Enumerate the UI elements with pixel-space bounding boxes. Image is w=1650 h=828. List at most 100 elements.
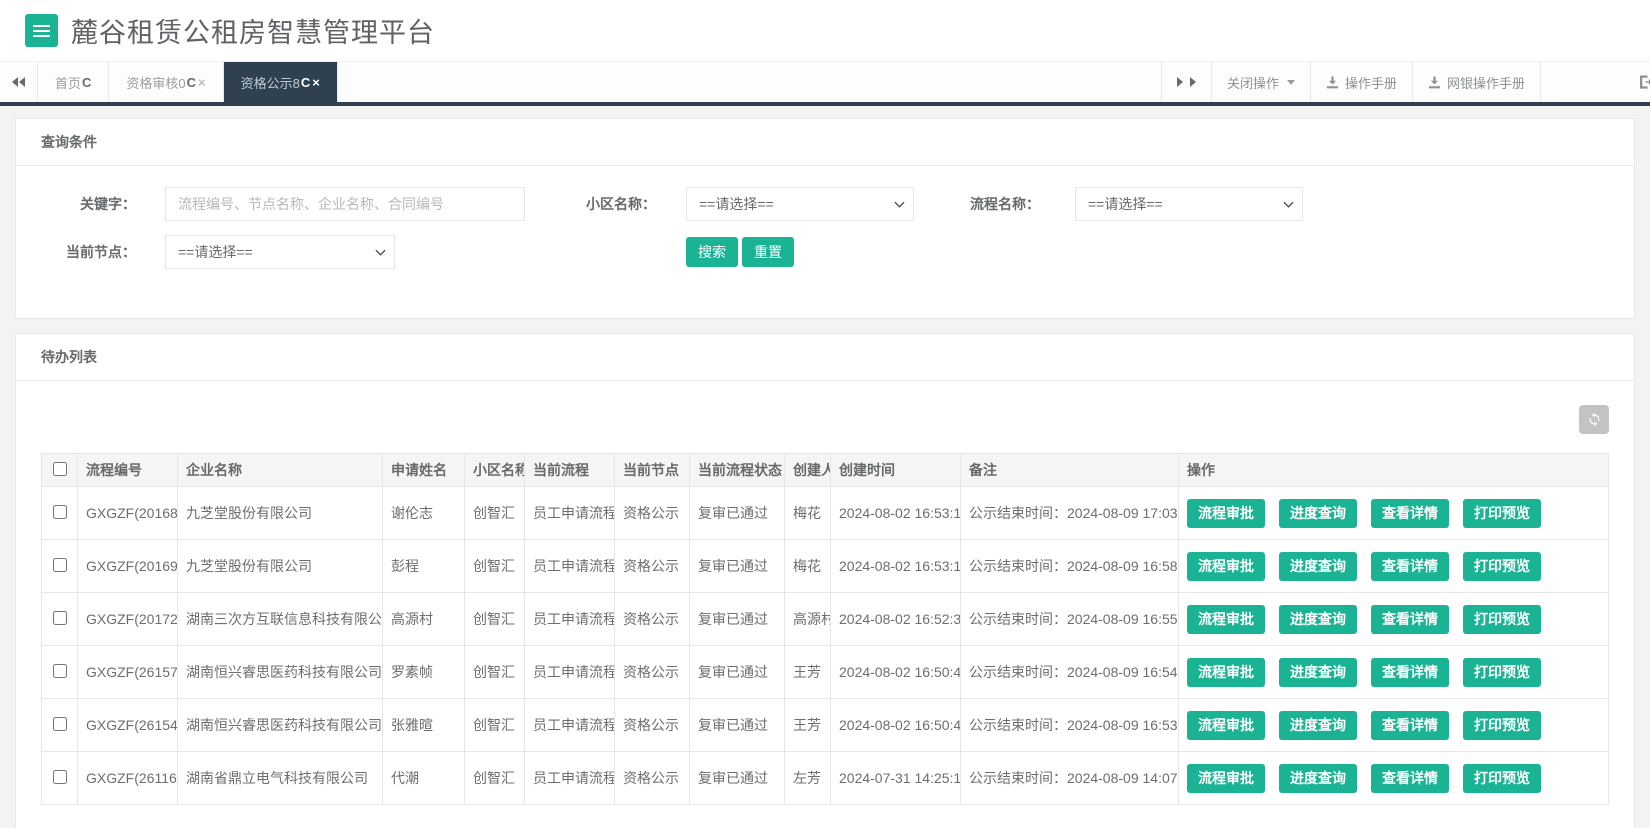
- view-details-button[interactable]: 查看详情: [1371, 711, 1449, 740]
- tab-close-icon[interactable]: ×: [198, 75, 206, 90]
- tab-close-icon[interactable]: ×: [312, 75, 320, 90]
- menu-toggle-button[interactable]: [25, 14, 58, 47]
- tabs-scroll-left-button[interactable]: [0, 62, 38, 102]
- tabs-scroll-right-button[interactable]: [1161, 62, 1211, 102]
- close-operations-dropdown[interactable]: 关闭操作: [1211, 62, 1310, 102]
- search-form: 关键字： 小区名称： ==请选择== 流程名称： ==请选择== 当前节点： =…: [16, 166, 1634, 318]
- community-select[interactable]: ==请选择==: [686, 187, 914, 221]
- tab-qualification-publicity[interactable]: 资格公示8 C ×: [224, 62, 338, 102]
- cell-creator: 王芳: [785, 646, 831, 699]
- table-row: GXGZF(20169)九芝堂股份有限公司彭程创智汇员工申请流程资格公示复审已通…: [42, 540, 1609, 593]
- table-row: GXGZF(20168)九芝堂股份有限公司谢伦志创智汇员工申请流程资格公示复审已…: [42, 487, 1609, 540]
- cell-community-name: 创智汇: [465, 752, 525, 805]
- print-preview-button[interactable]: 打印预览: [1463, 711, 1541, 740]
- view-details-button[interactable]: 查看详情: [1371, 764, 1449, 793]
- process-approval-button[interactable]: 流程审批: [1187, 764, 1265, 793]
- view-details-button[interactable]: 查看详情: [1371, 658, 1449, 687]
- process-name-select[interactable]: ==请选择==: [1075, 187, 1303, 221]
- todo-table-body: GXGZF(20168)九芝堂股份有限公司谢伦志创智汇员工申请流程资格公示复审已…: [42, 487, 1609, 805]
- print-preview-button[interactable]: 打印预览: [1463, 552, 1541, 581]
- view-details-button[interactable]: 查看详情: [1371, 499, 1449, 528]
- cell-created-time: 2024-08-02 16:53:15: [831, 487, 961, 540]
- progress-query-button[interactable]: 进度查询: [1279, 764, 1357, 793]
- row-checkbox[interactable]: [53, 770, 67, 784]
- double-chevron-right-icon: [1177, 77, 1183, 87]
- cell-process-code: GXGZF(26157): [78, 646, 178, 699]
- search-button[interactable]: 搜索: [686, 237, 738, 267]
- cell-created-time: 2024-08-02 16:53:15: [831, 540, 961, 593]
- refresh-icon: [1587, 412, 1602, 427]
- row-checkbox[interactable]: [53, 664, 67, 678]
- column-header-current-process: 当前流程: [525, 454, 615, 487]
- progress-query-button[interactable]: 进度查询: [1279, 552, 1357, 581]
- cell-remark: 公示结束时间：2024-08-09 16:55:51: [961, 593, 1179, 646]
- cell-current-process: 员工申请流程: [525, 646, 615, 699]
- select-all-checkbox[interactable]: [53, 462, 67, 476]
- process-approval-button[interactable]: 流程审批: [1187, 499, 1265, 528]
- cell-creator: 高源村: [785, 593, 831, 646]
- row-checkbox[interactable]: [53, 505, 67, 519]
- cell-current-node: 资格公示: [615, 593, 690, 646]
- print-preview-button[interactable]: 打印预览: [1463, 764, 1541, 793]
- progress-query-button[interactable]: 进度查询: [1279, 658, 1357, 687]
- keyword-input[interactable]: [165, 187, 525, 221]
- process-approval-button[interactable]: 流程审批: [1187, 605, 1265, 634]
- cell-applicant-name: 代潮: [383, 752, 465, 805]
- cell-current-process: 员工申请流程: [525, 752, 615, 805]
- column-header-remark: 备注: [961, 454, 1179, 487]
- tab-refresh-icon[interactable]: C: [301, 75, 310, 90]
- cell-created-time: 2024-08-02 16:52:34: [831, 593, 961, 646]
- cell-current-process-status: 复审已通过: [690, 593, 785, 646]
- operation-manual-button[interactable]: 操作手册: [1310, 62, 1412, 102]
- sign-out-button[interactable]: [1540, 62, 1650, 102]
- progress-query-button[interactable]: 进度查询: [1279, 711, 1357, 740]
- cell-company-name: 九芝堂股份有限公司: [178, 540, 383, 593]
- tab-qualification-review[interactable]: 资格审核0 C ×: [109, 62, 223, 102]
- table-row: GXGZF(20172)湖南三次方互联信息科技有限公司高源村创智汇员工申请流程资…: [42, 593, 1609, 646]
- cell-current-process-status: 复审已通过: [690, 540, 785, 593]
- current-node-select[interactable]: ==请选择==: [165, 235, 395, 269]
- tabbar-actions: 关闭操作 操作手册 网银操作手册: [1161, 62, 1650, 102]
- tab-refresh-icon[interactable]: C: [82, 75, 91, 90]
- search-panel: 查询条件 关键字： 小区名称： ==请选择== 流程名称： ==请选择== 当前…: [15, 118, 1635, 319]
- process-approval-button[interactable]: 流程审批: [1187, 552, 1265, 581]
- search-panel-title: 查询条件: [16, 119, 1634, 166]
- cell-actions: 流程审批进度查询查看详情打印预览: [1179, 646, 1609, 699]
- column-header-actions: 操作: [1179, 454, 1609, 487]
- cell-remark: 公示结束时间：2024-08-09 16:58:55: [961, 540, 1179, 593]
- print-preview-button[interactable]: 打印预览: [1463, 499, 1541, 528]
- print-preview-button[interactable]: 打印预览: [1463, 658, 1541, 687]
- row-checkbox[interactable]: [53, 558, 67, 572]
- cell-actions: 流程审批进度查询查看详情打印预览: [1179, 593, 1609, 646]
- view-details-button[interactable]: 查看详情: [1371, 552, 1449, 581]
- cell-applicant-name: 张雅暄: [383, 699, 465, 752]
- chevron-down-icon: [1283, 199, 1294, 210]
- view-details-button[interactable]: 查看详情: [1371, 605, 1449, 634]
- refresh-table-button[interactable]: [1579, 405, 1609, 434]
- process-approval-button[interactable]: 流程审批: [1187, 711, 1265, 740]
- row-checkbox[interactable]: [53, 717, 67, 731]
- todo-panel: 待办列表 流程编号企业名称申请姓名小区名称当前流程当前节点当前流程状态创建人创建…: [15, 333, 1635, 828]
- keyword-label: 关键字：: [16, 187, 136, 221]
- reset-button[interactable]: 重置: [742, 237, 794, 267]
- progress-query-button[interactable]: 进度查询: [1279, 499, 1357, 528]
- cell-created-time: 2024-08-02 16:50:42: [831, 699, 961, 752]
- table-row: GXGZF(26154)湖南恒兴睿思医药科技有限公司张雅暄创智汇员工申请流程资格…: [42, 699, 1609, 752]
- cell-current-process-status: 复审已通过: [690, 646, 785, 699]
- column-header-community-name: 小区名称: [465, 454, 525, 487]
- cell-remark: 公示结束时间：2024-08-09 16:54:48: [961, 646, 1179, 699]
- cell-actions: 流程审批进度查询查看详情打印预览: [1179, 540, 1609, 593]
- cell-company-name: 九芝堂股份有限公司: [178, 487, 383, 540]
- progress-query-button[interactable]: 进度查询: [1279, 605, 1357, 634]
- column-header-process-code: 流程编号: [78, 454, 178, 487]
- cell-community-name: 创智汇: [465, 646, 525, 699]
- print-preview-button[interactable]: 打印预览: [1463, 605, 1541, 634]
- tab-refresh-icon[interactable]: C: [187, 75, 196, 90]
- cell-current-process: 员工申请流程: [525, 593, 615, 646]
- cell-current-process-status: 复审已通过: [690, 752, 785, 805]
- cell-current-process-status: 复审已通过: [690, 487, 785, 540]
- tab-home[interactable]: 首页 C: [38, 62, 109, 102]
- ebank-manual-button[interactable]: 网银操作手册: [1412, 62, 1540, 102]
- row-checkbox[interactable]: [53, 611, 67, 625]
- process-approval-button[interactable]: 流程审批: [1187, 658, 1265, 687]
